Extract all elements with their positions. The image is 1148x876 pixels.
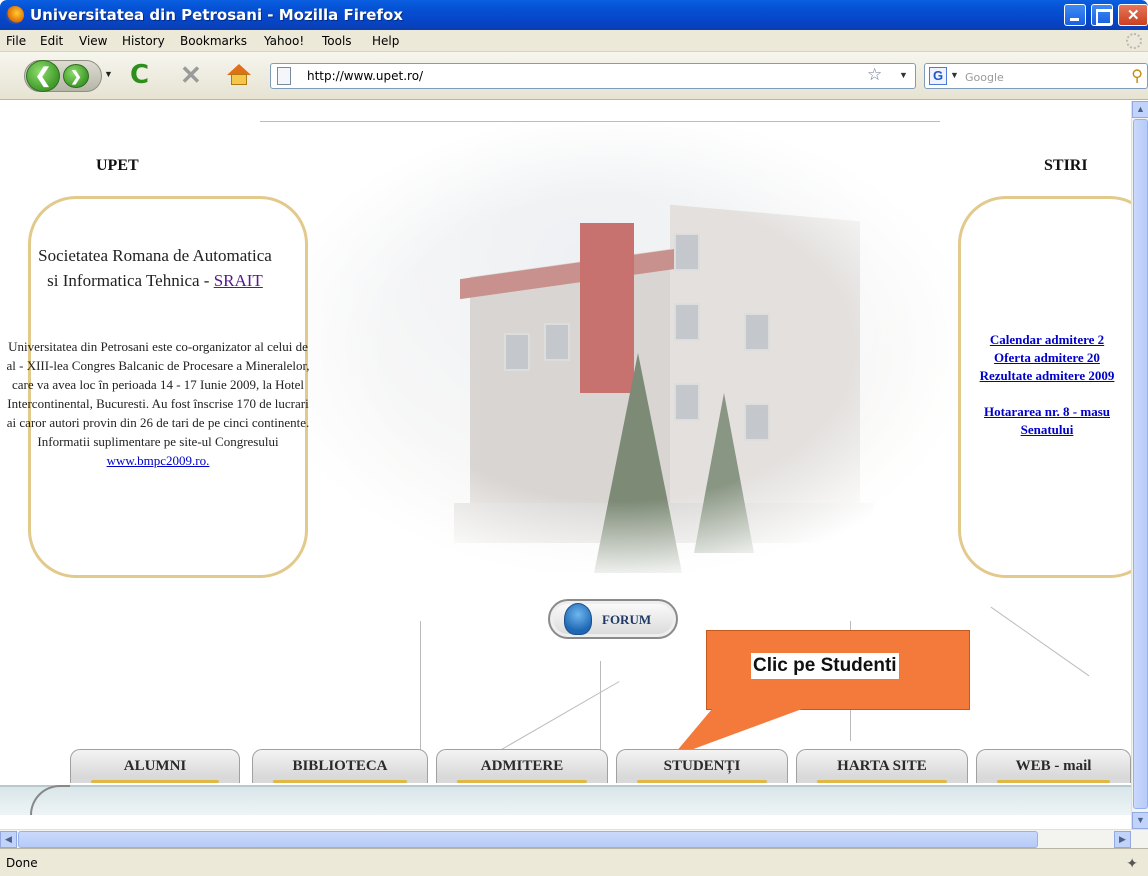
url-dropdown-icon[interactable]: ▼: [899, 70, 908, 80]
navigation-toolbar: ❮ ❯ ▼ C ✕ ☆ ▼ G ▼ ⚲: [0, 52, 1148, 100]
main-nav-tabs: ALUMNI BIBLIOTECA ADMITERE STUDENȚI HART…: [0, 749, 1131, 789]
close-button[interactable]: [1118, 4, 1148, 26]
stiri-heading: STIRI: [1044, 157, 1088, 174]
news-link[interactable]: Calendar admitere 2: [962, 331, 1131, 349]
tab-admitere[interactable]: ADMITERE: [436, 749, 608, 783]
search-input[interactable]: [965, 68, 1115, 86]
history-dropdown-icon[interactable]: ▼: [104, 69, 113, 79]
news-link[interactable]: Hotararea nr. 8 - masu: [962, 403, 1131, 421]
scroll-down-icon[interactable]: ▼: [1132, 812, 1148, 829]
url-input[interactable]: [307, 67, 847, 85]
scroll-right-icon[interactable]: ▶: [1114, 831, 1131, 848]
status-bar: Done ✦: [0, 848, 1148, 876]
announcement-text: Universitatea din Petrosani este co-orga…: [6, 339, 310, 468]
news-list: Calendar admitere 2 Oferta admitere 20 R…: [962, 331, 1131, 439]
search-bar: G ▼ ⚲: [924, 63, 1148, 89]
tab-biblioteca[interactable]: BIBLIOTECA: [252, 749, 428, 783]
menu-yahoo[interactable]: Yahoo!: [264, 34, 304, 48]
tab-studenti[interactable]: STUDENȚI: [616, 749, 788, 783]
stop-button[interactable]: ✕: [180, 62, 202, 88]
horizontal-scrollbar[interactable]: ◀ ▶: [0, 829, 1148, 848]
menu-bar: File Edit View History Bookmarks Yahoo! …: [0, 30, 1148, 52]
firefox-icon: [6, 6, 24, 24]
menu-edit[interactable]: Edit: [40, 34, 63, 48]
university-building-photo: [274, 123, 964, 573]
horizontal-scroll-thumb[interactable]: [18, 831, 1038, 848]
forum-button[interactable]: FORUM: [548, 599, 678, 639]
tab-web-mail[interactable]: WEB - mail: [976, 749, 1131, 783]
news-link[interactable]: Rezultate admitere 2009: [962, 367, 1131, 385]
menu-bookmarks[interactable]: Bookmarks: [180, 34, 247, 48]
bookmark-star-icon[interactable]: ☆: [867, 65, 882, 85]
vertical-scroll-thumb[interactable]: [1133, 119, 1148, 809]
tab-harta-site[interactable]: HARTA SITE: [796, 749, 968, 783]
window-title: Universitatea din Petrosani - Mozilla Fi…: [30, 6, 403, 24]
search-icon[interactable]: ⚲: [1131, 66, 1143, 86]
news-link[interactable]: Senatului: [962, 421, 1131, 439]
congress-link[interactable]: www.bmpc2009.ro.: [107, 453, 210, 468]
minimize-button[interactable]: [1064, 4, 1086, 26]
instruction-callout: Clic pe Studenti: [706, 630, 970, 710]
home-button[interactable]: [226, 62, 252, 88]
university-logo-icon: [564, 603, 592, 635]
vertical-scrollbar[interactable]: ▲ ▼: [1131, 101, 1148, 829]
menu-view[interactable]: View: [79, 34, 107, 48]
maximize-button[interactable]: [1091, 4, 1113, 26]
throbber-icon: [1126, 33, 1142, 49]
scroll-up-icon[interactable]: ▲: [1132, 101, 1148, 118]
search-engine-dropdown-icon[interactable]: ▼: [950, 70, 959, 80]
window-titlebar[interactable]: Universitatea din Petrosani - Mozilla Fi…: [0, 0, 1148, 30]
reload-button[interactable]: C: [130, 62, 149, 88]
news-link[interactable]: Oferta admitere 20: [962, 349, 1131, 367]
scroll-left-icon[interactable]: ◀: [0, 831, 17, 848]
menu-history[interactable]: History: [122, 34, 165, 48]
back-button[interactable]: ❮: [26, 60, 60, 92]
page-icon: [277, 67, 291, 85]
search-engine-icon[interactable]: G: [929, 67, 947, 85]
menu-help[interactable]: Help: [372, 34, 399, 48]
tab-alumni[interactable]: ALUMNI: [70, 749, 240, 783]
forward-button[interactable]: ❯: [63, 64, 89, 88]
menu-tools[interactable]: Tools: [322, 34, 352, 48]
announcement-box: Societatea Romana de Automatica si Infor…: [6, 196, 310, 578]
nav-tab-strip: [0, 785, 1131, 815]
callout-text: Clic pe Studenti: [751, 653, 899, 679]
address-bar: ☆ ▼: [270, 63, 916, 89]
srait-title: Societatea Romana de Automatica si Infor…: [38, 246, 272, 290]
forum-label: FORUM: [602, 612, 652, 627]
menu-file[interactable]: File: [6, 34, 26, 48]
page-content: UPET STIRI Societatea Romana de Automati…: [0, 101, 1131, 829]
resize-grip-icon[interactable]: ✦: [1126, 855, 1138, 872]
status-text: Done: [6, 856, 38, 870]
upet-heading: UPET: [96, 157, 139, 174]
srait-link[interactable]: SRAIT: [214, 271, 263, 290]
